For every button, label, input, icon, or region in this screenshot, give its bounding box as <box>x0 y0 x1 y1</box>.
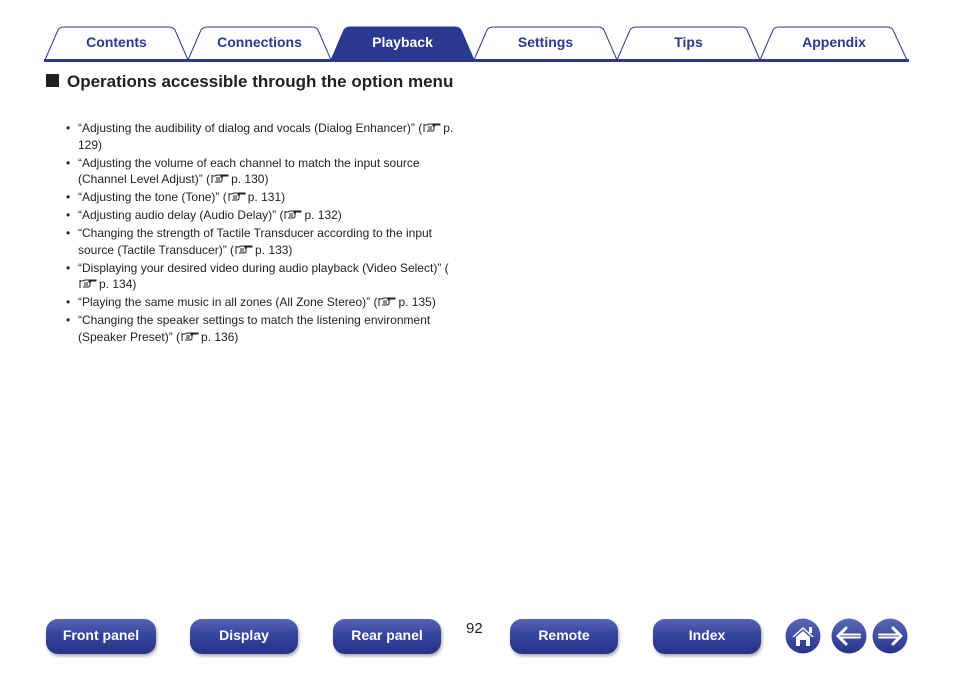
page-reference-link[interactable]: p. 132) <box>304 208 341 222</box>
tab-label: Tips <box>674 34 703 50</box>
pointing-hand-icon <box>228 192 246 201</box>
bullet: • <box>66 190 71 204</box>
list-item: • “Adjusting audio delay (Audio Delay)” (… <box>66 207 466 224</box>
tab-contents[interactable]: Contents <box>44 26 189 60</box>
section-title: Operations accessible through the option… <box>67 72 454 91</box>
tab-label: Playback <box>372 34 433 50</box>
bullet: • <box>66 226 71 240</box>
list-item: • “Adjusting the tone (Tone)” ( p. 131) <box>66 189 466 206</box>
list-item: • “Adjusting the audibility of dialog and… <box>66 120 466 153</box>
tab-label: Connections <box>217 34 302 50</box>
bullet: • <box>66 155 71 170</box>
bullet: • <box>66 121 71 135</box>
page-reference-link[interactable]: p. 134) <box>99 277 136 291</box>
forward-arrow-icon <box>872 618 908 654</box>
back-arrow-icon <box>831 618 867 654</box>
rear-panel-button[interactable]: Rear panel <box>333 619 441 654</box>
tab-label: Contents <box>86 34 147 50</box>
pointing-hand-icon <box>284 210 302 219</box>
tab-appendix[interactable]: Appendix <box>759 26 909 60</box>
tab-playback[interactable]: Playback <box>330 26 475 60</box>
list-item: • “Changing the speaker settings to match… <box>66 312 466 345</box>
operations-list: • “Adjusting the audibility of dialog and… <box>66 120 466 347</box>
black-square-icon <box>46 74 59 87</box>
front-panel-button[interactable]: Front panel <box>46 619 156 654</box>
pointing-hand-icon <box>211 174 229 183</box>
list-item: • “Changing the strength of Tactile Trans… <box>66 225 466 258</box>
list-item: • “Displaying your desired video during a… <box>66 260 466 293</box>
display-button[interactable]: Display <box>190 619 298 654</box>
page-reference-link[interactable]: p. 130) <box>231 172 268 186</box>
pointing-hand-icon <box>79 279 97 288</box>
bullet: • <box>66 295 71 309</box>
page-number: 92 <box>466 620 483 637</box>
tab-label: Settings <box>517 34 574 50</box>
bullet: • <box>66 260 71 275</box>
page-reference-link[interactable]: p. 133) <box>255 243 292 257</box>
home-button[interactable] <box>785 618 821 654</box>
tab-settings[interactable]: Settings <box>473 26 618 60</box>
tab-bar: Contents Connections Playback Settings T… <box>44 26 909 62</box>
list-item: • “Adjusting the volume of each channel t… <box>66 155 466 188</box>
tab-tips[interactable]: Tips <box>616 26 761 60</box>
bullet: • <box>66 313 71 327</box>
pointing-hand-icon <box>423 123 441 132</box>
index-button[interactable]: Index <box>653 619 761 654</box>
item-text: “Adjusting the audibility of dialog and … <box>78 121 423 135</box>
bullet: • <box>66 208 71 222</box>
item-text: “Displaying your desired video during au… <box>78 260 449 275</box>
list-item: • “Playing the same music in all zones (A… <box>66 294 466 311</box>
pointing-hand-icon <box>378 297 396 306</box>
item-text: “Changing the speaker settings to match … <box>78 313 431 344</box>
tab-connections[interactable]: Connections <box>187 26 332 60</box>
home-icon <box>785 618 821 654</box>
item-text: “Adjusting audio delay (Audio Delay)” ( <box>78 208 284 222</box>
tab-label: Appendix <box>802 34 866 50</box>
forward-button[interactable] <box>872 618 908 654</box>
page-reference-link[interactable]: p. 136) <box>201 330 238 344</box>
item-text: “Adjusting the tone (Tone)” ( <box>78 190 227 204</box>
tab-underline <box>44 59 909 62</box>
page-reference-link[interactable]: p. 131) <box>248 190 285 204</box>
pointing-hand-icon <box>235 245 253 254</box>
pointing-hand-icon <box>181 332 199 341</box>
page-reference-link[interactable]: p. 135) <box>398 295 435 309</box>
remote-button[interactable]: Remote <box>510 619 618 654</box>
back-button[interactable] <box>831 618 867 654</box>
item-text: “Playing the same music in all zones (Al… <box>78 295 378 309</box>
